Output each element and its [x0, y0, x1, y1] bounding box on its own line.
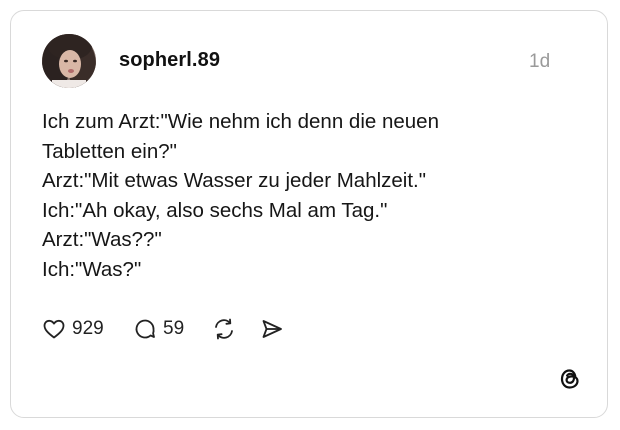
post-text-line: Ich:"Ah okay, also sechs Mal am Tag."	[42, 198, 388, 222]
post-text-line: Arzt:"Was??"	[42, 228, 162, 252]
reply-count: 59	[163, 318, 185, 339]
post-text: Ich zum Arzt:"Wie nehm ich denn die neue…	[42, 107, 562, 285]
post-timestamp: 1d	[529, 51, 551, 72]
post-text-line: Arzt:"Mit etwas Wasser zu jeder Mahlzeit…	[42, 169, 427, 193]
repost-button[interactable]	[211, 315, 237, 343]
repost-icon	[215, 318, 233, 340]
avatar[interactable]	[42, 34, 96, 88]
like-button[interactable]: 929	[42, 315, 104, 343]
post-text-line: Ich zum Arzt:"Wie nehm ich denn die neue…	[42, 110, 439, 133]
avatar-image	[42, 34, 96, 88]
threads-logo-icon[interactable]	[556, 365, 584, 393]
send-icon	[262, 320, 282, 338]
post-text-line: Ich:"Was?"	[42, 257, 142, 281]
like-count: 929	[72, 318, 104, 339]
post-text-line: Tabletten ein?"	[42, 139, 177, 163]
username[interactable]: sopherl.89	[119, 49, 220, 72]
share-button[interactable]	[259, 315, 285, 343]
speech-bubble-icon	[135, 319, 155, 339]
heart-icon	[43, 319, 65, 339]
reply-button[interactable]: 59	[133, 315, 184, 343]
